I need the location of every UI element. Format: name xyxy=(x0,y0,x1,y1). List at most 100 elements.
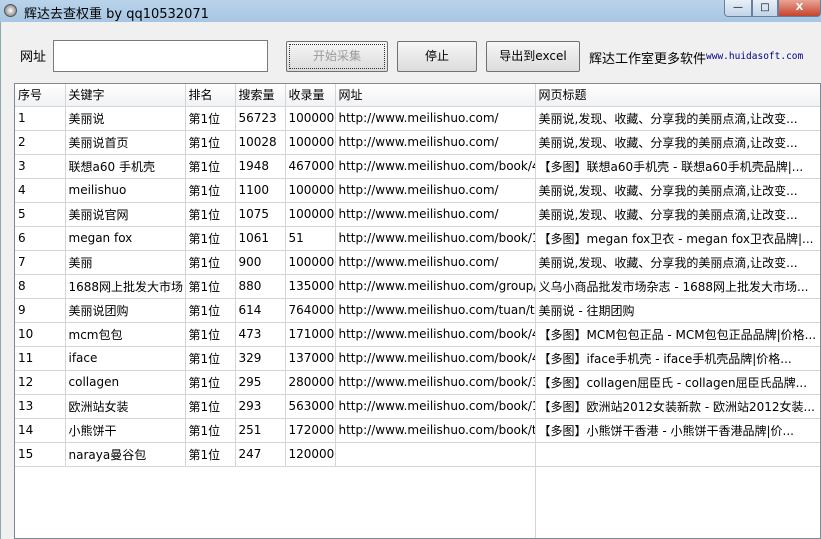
table-row[interactable]: 14 小熊饼干 第1位 251 172000 http://www.meilishuo.c… xyxy=(15,418,820,443)
cell-indexed-count: 100000 xyxy=(285,106,336,131)
table-row[interactable]: 4 meilishuo 第1位 1100 100000 http://www.meilis… xyxy=(15,178,820,203)
cell-search-volume xyxy=(235,466,285,490)
cell-indexed-count: 51 xyxy=(285,226,336,251)
cell-keyword xyxy=(65,514,185,538)
cell-keyword: collagen xyxy=(65,370,186,395)
cell-indexed-count: 764000 xyxy=(285,298,336,323)
cell-index: 9 xyxy=(15,298,66,323)
column-header-indexed-count[interactable]: 收录量 xyxy=(285,84,336,107)
cell-url xyxy=(335,466,536,490)
table-row[interactable]: 2 美丽说首页 第1位 10028 100000 http://www.meilishuo… xyxy=(15,130,820,155)
cell-keyword: megan fox xyxy=(65,226,186,251)
cell-url xyxy=(335,514,536,538)
column-header-rank[interactable]: 排名 xyxy=(185,84,236,107)
cell-rank: 第1位 xyxy=(185,346,236,371)
table-row[interactable]: 3 联想a60 手机壳 第1位 1948 467000 http://www.meilis… xyxy=(15,154,820,179)
cell-index: 1 xyxy=(15,106,66,131)
cell-indexed-count: 467000 xyxy=(285,154,336,179)
cell-page-title: 美丽说,发现、收藏、分享我的美丽点滴,让改变... xyxy=(535,202,820,227)
cell-index: 11 xyxy=(15,346,66,371)
cell-keyword: iface xyxy=(65,346,186,371)
cell-page-title: 义乌小商品批发市场杂志 - 1688网上批发大市场... xyxy=(535,274,820,299)
cell-url: http://www.meilishuo.com/ xyxy=(335,202,536,227)
cell-page-title xyxy=(535,490,820,514)
export-excel-button[interactable]: 导出到excel xyxy=(486,41,580,72)
cell-search-volume: 1075 xyxy=(235,202,286,227)
cell-search-volume: 247 xyxy=(235,442,286,467)
minimize-button[interactable]: — xyxy=(724,0,752,17)
cell-rank: 第1位 xyxy=(185,394,236,419)
table-row[interactable]: 9 美丽说团购 第1位 614 764000 http://www.meilishuo.c… xyxy=(15,298,820,323)
column-header-page-title[interactable]: 网页标题 xyxy=(535,84,820,107)
results-table: 序号 关键字 排名 搜索量 收录量 网址 网页标题 1 美丽说 第1位 56723 100000 ht… xyxy=(15,84,820,538)
cell-keyword: meilishuo xyxy=(65,178,186,203)
table-row[interactable] xyxy=(15,514,820,538)
cell-rank xyxy=(185,466,235,490)
stop-button[interactable]: 停止 xyxy=(397,41,477,72)
close-button[interactable]: X xyxy=(778,0,821,17)
cell-keyword: 美丽说 xyxy=(65,106,186,131)
cell-page-title: 美丽说,发现、收藏、分享我的美丽点滴,让改变... xyxy=(535,106,820,131)
cell-search-volume: 329 xyxy=(235,346,286,371)
column-header-keyword[interactable]: 关键字 xyxy=(65,84,186,107)
cell-url xyxy=(335,442,536,467)
cell-indexed-count xyxy=(285,514,335,538)
cell-keyword: naraya曼谷包 xyxy=(65,442,186,467)
table-row[interactable]: 5 美丽说官网 第1位 1075 100000 http://www.meilishuo.… xyxy=(15,202,820,227)
cell-url: http://www.meilishuo.com/tuan/tu xyxy=(335,298,536,323)
site-link[interactable]: www.huidasoft.com xyxy=(706,51,803,62)
table-row[interactable]: 8 1688网上批发大市场 第1位 880 135000 http://www.meili… xyxy=(15,274,820,299)
cell-indexed-count: 171000 xyxy=(285,322,336,347)
cell-search-volume: 614 xyxy=(235,298,286,323)
cell-index: 5 xyxy=(15,202,66,227)
table-row[interactable]: 7 美丽 第1位 900 100000 http://www.meilishuo.com/… xyxy=(15,250,820,275)
table-row[interactable]: 13 欧洲站女装 第1位 293 563000 http://www.meilishuo.… xyxy=(15,394,820,419)
cell-page-title: 美丽说,发现、收藏、分享我的美丽点滴,让改变... xyxy=(535,178,820,203)
table-row[interactable]: 1 美丽说 第1位 56723 100000 http://www.meilishuo.c… xyxy=(15,106,820,131)
cell-index: 13 xyxy=(15,394,66,419)
cell-index: 8 xyxy=(15,274,66,299)
window-title: 辉达去查权重 by qq10532071 xyxy=(24,7,209,22)
table-row[interactable]: 10 mcm包包 第1位 473 171000 http://www.meilishuo.… xyxy=(15,322,820,347)
table-row[interactable]: 6 megan fox 第1位 1061 51 http://www.meilishuo.… xyxy=(15,226,820,251)
column-header-search-volume[interactable]: 搜索量 xyxy=(235,84,286,107)
column-header-index[interactable]: 序号 xyxy=(15,84,66,107)
cell-rank: 第1位 xyxy=(185,298,236,323)
maximize-button[interactable]: □ xyxy=(752,0,778,17)
cell-keyword: 美丽 xyxy=(65,250,186,275)
cell-keyword: 美丽说首页 xyxy=(65,130,186,155)
url-input[interactable] xyxy=(53,40,268,72)
cell-search-volume: 900 xyxy=(235,250,286,275)
column-header-url[interactable]: 网址 xyxy=(335,84,536,107)
table-row[interactable]: 11 iface 第1位 329 137000 http://www.meilishuo.… xyxy=(15,346,820,371)
title-bar: 辉达去查权重 by qq10532071 — □ X xyxy=(0,0,821,22)
cell-url: http://www.meilishuo.com/book/1 xyxy=(335,226,536,251)
table-row[interactable]: 12 collagen 第1位 295 280000 http://www.meilish… xyxy=(15,370,820,395)
cell-url: http://www.meilishuo.com/ xyxy=(335,250,536,275)
cell-rank: 第1位 xyxy=(185,370,236,395)
cell-search-volume: 1100 xyxy=(235,178,286,203)
cell-keyword: 欧洲站女装 xyxy=(65,394,186,419)
start-collect-button[interactable]: 开始采集 xyxy=(286,41,388,72)
cell-rank: 第1位 xyxy=(185,178,236,203)
cell-rank xyxy=(185,490,235,514)
app-icon xyxy=(4,4,17,17)
cell-index xyxy=(15,466,65,490)
cell-index: 3 xyxy=(15,154,66,179)
cell-index: 4 xyxy=(15,178,66,203)
cell-index: 15 xyxy=(15,442,66,467)
cell-url: http://www.meilishuo.com/book/1 xyxy=(335,394,536,419)
table-row[interactable]: 15 naraya曼谷包 第1位 247 120000 xyxy=(15,442,820,467)
cell-indexed-count: 280000 xyxy=(285,370,336,395)
cell-rank: 第1位 xyxy=(185,226,236,251)
cell-index xyxy=(15,490,65,514)
cell-url: http://www.meilishuo.com/book/t xyxy=(335,418,536,443)
cell-indexed-count: 172000 xyxy=(285,418,336,443)
table-row[interactable] xyxy=(15,490,820,514)
cell-page-title xyxy=(535,466,820,490)
cell-search-volume: 293 xyxy=(235,394,286,419)
table-row[interactable] xyxy=(15,466,820,490)
cell-rank: 第1位 xyxy=(185,322,236,347)
results-grid[interactable]: 序号 关键字 排名 搜索量 收录量 网址 网页标题 1 美丽说 第1位 56723 100000 ht… xyxy=(14,83,821,539)
cell-search-volume: 251 xyxy=(235,418,286,443)
